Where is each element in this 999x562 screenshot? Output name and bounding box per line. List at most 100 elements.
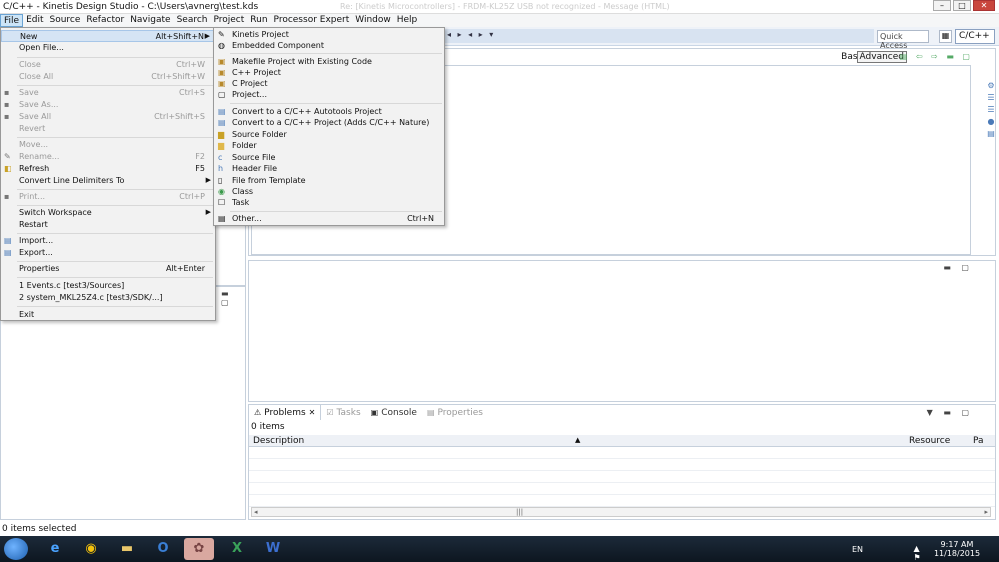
new-embedded-component[interactable]: ◍ Embedded Component — [214, 40, 444, 52]
menu-item-label: Save All — [19, 112, 52, 121]
language-indicator[interactable]: EN — [852, 545, 863, 554]
column-path[interactable]: Pa — [973, 436, 984, 446]
menu-refactor[interactable]: Refactor — [83, 14, 127, 27]
menu-item-label: Rename... — [19, 152, 60, 161]
menu-run[interactable]: Run — [247, 14, 270, 27]
mid-panel-minmax-icon[interactable]: ▬ ▢ — [943, 263, 973, 272]
menu-window[interactable]: Window — [352, 14, 394, 27]
menu-item-exit[interactable]: Exit — [1, 309, 215, 321]
component-icon: ◍ — [218, 41, 225, 50]
menu-source[interactable]: Source — [47, 14, 84, 27]
maximize-button[interactable]: □ — [953, 0, 971, 11]
word-icon[interactable]: W — [258, 538, 288, 560]
problems-icon: ⚠ — [254, 408, 262, 417]
menu-file[interactable]: File — [0, 14, 24, 27]
menu-edit[interactable]: Edit — [23, 14, 46, 27]
excel-icon[interactable]: X — [222, 538, 252, 560]
menu-item-recent-file-2[interactable]: 2 system_MKL25Z4.c [test3/SDK/...] — [1, 292, 215, 304]
explorer-icon[interactable]: ▬ — [112, 538, 142, 560]
tab-tasks-label: Tasks — [336, 407, 361, 418]
ie-icon[interactable]: e — [40, 538, 70, 560]
menu-item-restart[interactable]: Restart — [1, 219, 215, 231]
close-button[interactable]: ✕ — [973, 0, 995, 11]
menu-processor-expert[interactable]: Processor Expert — [271, 14, 353, 27]
menu-item-save[interactable]: ▪ Save Ctrl+S — [1, 87, 215, 99]
scroll-right-icon[interactable]: ▸ — [984, 508, 988, 516]
tab-console-label: Console — [381, 407, 417, 418]
windows-taskbar: e ◉ ▬ O ✿ X W EN ▲ ⚑ ▦ ▮ ♪ 9:17 AM 11/18… — [0, 536, 999, 562]
tab-close-icon[interactable]: ✕ — [309, 408, 316, 417]
menu-item-revert[interactable]: Revert — [1, 123, 215, 135]
perspective-cpp-button[interactable]: C/C++ — [955, 29, 995, 44]
menu-item-close[interactable]: Close Ctrl+W — [1, 59, 215, 71]
menu-item-switch-workspace[interactable]: Switch Workspace ▶ — [1, 207, 215, 219]
start-button[interactable] — [4, 538, 28, 560]
left-bottom-minmax-icon[interactable]: ▬ ▢ — [221, 289, 245, 307]
menu-item-refresh[interactable]: ◧ Refresh F5 — [1, 163, 215, 175]
editor-toolbar-icon[interactable]: ▤ ⇦ ⇨ ▬ ▢ — [900, 52, 973, 61]
menu-item-new[interactable]: New Alt+Shift+N ▶ — [1, 30, 215, 42]
convert-icon: ▤ — [218, 107, 226, 116]
new-task[interactable]: ☐ Task — [214, 197, 444, 209]
menu-item-rename[interactable]: ✎ Rename... F2 — [1, 151, 215, 163]
menu-navigate[interactable]: Navigate — [127, 14, 173, 27]
menu-separator — [17, 261, 213, 262]
horizontal-scrollbar[interactable]: ◂ ||| ▸ — [251, 507, 991, 517]
new-convert-cpp-project[interactable]: ▤ Convert to a C/C++ Project (Adds C/C++… — [214, 117, 444, 129]
menu-item-properties[interactable]: Properties Alt+Enter — [1, 263, 215, 275]
menu-item-recent-file-1[interactable]: 1 Events.c [test3/Sources] — [1, 280, 215, 292]
menu-item-shortcut: Ctrl+P — [179, 192, 205, 201]
menu-item-shortcut: Ctrl+S — [178, 88, 205, 97]
menu-separator — [17, 85, 213, 86]
right-trim-stack-icon[interactable]: ⚙ ☰ ☰ ● ▤ — [985, 80, 997, 140]
menu-item-label: Revert — [19, 124, 46, 133]
menu-item-label: Save As... — [19, 100, 59, 109]
table-row — [249, 471, 995, 483]
problems-table-header: Description ▲ Resource Pa — [249, 435, 995, 447]
status-bar: 0 items selected — [0, 522, 999, 536]
table-row — [249, 495, 995, 507]
menu-item-save-all[interactable]: ▪ Save All Ctrl+Shift+S — [1, 111, 215, 123]
scroll-left-icon[interactable]: ◂ — [254, 508, 258, 516]
menu-item-label: Convert Line Delimiters To — [19, 176, 125, 185]
menu-item-label: Exit — [19, 310, 35, 319]
tab-properties[interactable]: ▤ Properties — [422, 405, 488, 420]
new-header-file[interactable]: h Header File — [214, 163, 444, 175]
menu-item-convert-line-delimiters[interactable]: Convert Line Delimiters To ▶ — [1, 175, 215, 187]
new-folder[interactable]: ▆ Folder — [214, 140, 444, 152]
menu-item-open-file[interactable]: Open File... — [1, 42, 215, 54]
table-row — [249, 483, 995, 495]
problems-view-menu-icon[interactable]: ▼ ▬ ▢ — [927, 408, 973, 417]
menu-item-save-as[interactable]: ▪ Save As... — [1, 99, 215, 111]
tab-console[interactable]: ▣ Console — [366, 405, 422, 420]
clock[interactable]: 9:17 AM 11/18/2015 — [929, 540, 985, 558]
nav-arrows-icon[interactable]: ◂ ▸ ◂ ▸ ▾ — [447, 30, 495, 39]
menu-help[interactable]: Help — [394, 14, 421, 27]
submenu-item-label: Source Folder — [232, 130, 287, 139]
menu-item-import[interactable]: ▤ Import... — [1, 235, 215, 247]
scroll-thumb-icon[interactable]: ||| — [516, 508, 523, 516]
outlook-icon[interactable]: O — [148, 538, 178, 560]
toolbar-band — [444, 29, 874, 43]
minimize-button[interactable]: – — [933, 0, 951, 11]
column-resource[interactable]: Resource — [909, 436, 950, 446]
menu-item-move[interactable]: Move... — [1, 139, 215, 151]
menu-project[interactable]: Project — [210, 14, 247, 27]
menu-item-close-all[interactable]: Close All Ctrl+Shift+W — [1, 71, 215, 83]
menu-search[interactable]: Search — [174, 14, 211, 27]
open-perspective-icon[interactable]: ▦ — [939, 30, 952, 43]
new-project[interactable]: ▢ Project... — [214, 89, 444, 101]
quick-access-input[interactable]: Quick Access — [877, 30, 929, 50]
menu-item-label: 2 system_MKL25Z4.c [test3/SDK/...] — [19, 293, 163, 302]
tab-tasks[interactable]: ☑ Tasks — [321, 405, 365, 420]
column-description[interactable]: Description — [253, 436, 304, 446]
new-other[interactable]: ▤ Other... Ctrl+N — [214, 213, 444, 225]
menu-item-label: Restart — [19, 220, 48, 229]
app-icon[interactable]: ✿ — [184, 538, 214, 560]
menu-item-export[interactable]: ▤ Export... — [1, 247, 215, 259]
tray-icons-icon[interactable]: ▲ ⚑ ▦ ▮ ♪ — [913, 544, 925, 562]
chrome-icon[interactable]: ◉ — [76, 538, 106, 560]
menu-item-print[interactable]: ▪ Print... Ctrl+P — [1, 191, 215, 203]
tab-problems[interactable]: ⚠ Problems ✕ — [249, 405, 322, 420]
submenu-item-label: Kinetis Project — [232, 30, 289, 39]
